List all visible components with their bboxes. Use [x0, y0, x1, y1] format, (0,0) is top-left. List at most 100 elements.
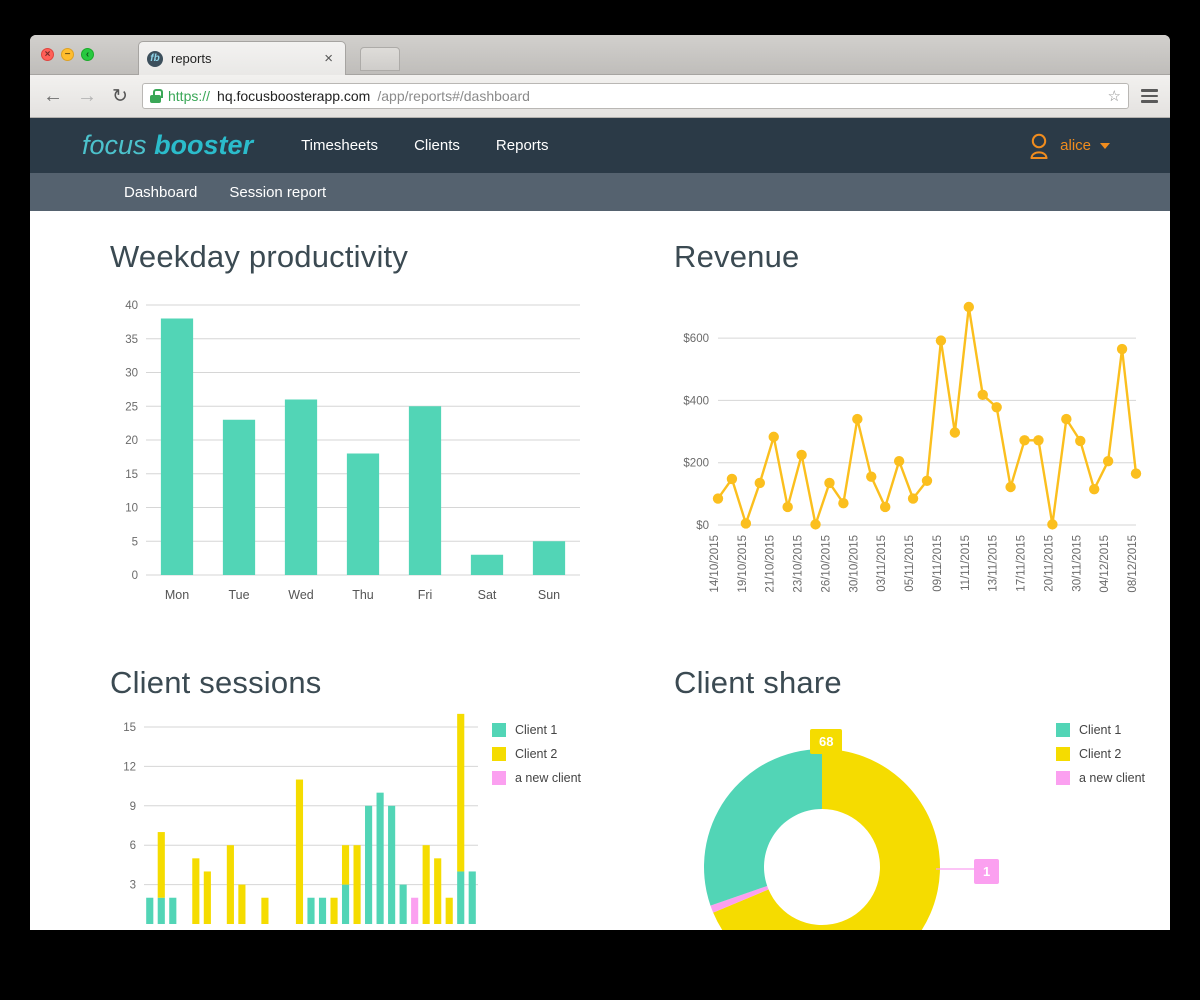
bar-segment [307, 897, 315, 924]
y-axis-tick-label: $200 [683, 458, 709, 470]
bar-segment [434, 858, 442, 924]
revenue-title: Revenue [674, 239, 800, 274]
data-point [1047, 519, 1058, 530]
user-name: alice [1060, 137, 1091, 154]
nav-item-clients[interactable]: Clients [396, 137, 478, 154]
window-minimize-button[interactable]: − [61, 48, 74, 61]
x-axis-tick-label: 08/12/2015 [1127, 535, 1139, 593]
y-axis-tick-label: $400 [683, 395, 709, 407]
client-share-legend: Client 1 Client 2 a new client [1056, 723, 1145, 795]
forward-icon[interactable]: → [76, 86, 98, 106]
address-bar[interactable]: https:// hq.focusboosterapp.com/app/repor… [142, 83, 1129, 109]
legend-swatch [1056, 747, 1070, 761]
data-point [824, 477, 835, 489]
subnav-item-dashboard[interactable]: Dashboard [108, 184, 213, 201]
data-point [810, 519, 821, 530]
legend-item[interactable]: Client 2 [1056, 747, 1145, 761]
app-subnav: Dashboard Session report [30, 173, 1170, 211]
legend-item[interactable]: Client 1 [1056, 723, 1145, 737]
data-point [1075, 435, 1086, 447]
panel-client-share: Client share Client 1 Client 2 a new clien… [610, 637, 1170, 930]
browser-tab-strip: × − ‹ fb reports × [30, 35, 1170, 75]
bar-segment [157, 832, 165, 898]
x-axis-tick-label: 17/11/2015 [1016, 535, 1028, 592]
bar [408, 406, 442, 575]
legend-label: Client 1 [1079, 723, 1122, 737]
user-menu[interactable]: alice [1027, 133, 1110, 159]
new-tab-button[interactable] [360, 47, 400, 71]
url-scheme: https:// [168, 88, 211, 104]
x-axis-tick-label: 11/11/2015 [960, 535, 972, 591]
client-sessions-chart: 3 6 9 12 15 Client 1 Client 2 a new client [110, 713, 590, 929]
legend-item[interactable]: a new client [492, 771, 581, 785]
browser-tab[interactable]: fb reports × [138, 41, 346, 75]
back-icon[interactable]: ← [42, 86, 64, 106]
tab-close-icon[interactable]: × [320, 50, 337, 67]
nav-item-reports[interactable]: Reports [478, 137, 567, 154]
menu-icon[interactable] [1141, 89, 1158, 103]
window-maximize-glyph: ‹ [85, 48, 90, 60]
dashboard-content: Weekday productivity 0 5 10 15 20 25 30 35 40 Mon… [30, 211, 1170, 930]
data-point [768, 431, 779, 443]
data-point [907, 493, 919, 504]
user-icon [1030, 133, 1048, 159]
data-point [1005, 481, 1016, 493]
x-axis-tick-label: 14/10/2015 [709, 535, 721, 593]
chevron-down-icon [1100, 142, 1110, 149]
subnav-item-session-report[interactable]: Session report [213, 184, 342, 201]
bar-segment [146, 897, 154, 924]
x-axis-tick-label: 23/10/2015 [793, 535, 805, 593]
app-logo[interactable]: focus booster [82, 130, 253, 161]
bar-segment [238, 884, 246, 924]
legend-item[interactable]: a new client [1056, 771, 1145, 785]
x-axis-tick-label: 20/11/2015 [1043, 535, 1055, 592]
x-axis-tick-label: Fri [418, 588, 433, 602]
weekday-productivity-chart: 0 5 10 15 20 25 30 35 40 Mon Tue Wed Thu Fri Sat Sun [110, 297, 590, 637]
weekday-productivity-svg: 0 5 10 15 20 25 30 35 40 Mon Tue Wed Thu Fri Sat Sun [125, 300, 580, 602]
url-path: /app/reports#/dashboard [377, 88, 530, 104]
legend-swatch [1056, 771, 1070, 785]
y-axis-tick-label: 25 [125, 401, 138, 413]
legend-item[interactable]: Client 1 [492, 723, 581, 737]
y-axis-tick-label: 30 [125, 368, 138, 380]
x-axis-tick-label: Wed [288, 588, 314, 602]
bar-segment [388, 805, 396, 924]
y-axis-tick-label: 15 [123, 722, 136, 734]
data-point [1089, 483, 1100, 495]
x-axis-tick-label: 09/11/2015 [932, 535, 944, 592]
data-point [740, 518, 752, 529]
reload-icon[interactable]: ↻ [110, 85, 130, 108]
data-point [935, 335, 947, 346]
revenue-line [716, 305, 1138, 526]
nav-item-timesheets[interactable]: Timesheets [283, 137, 396, 154]
donut-slice [704, 749, 822, 906]
bookmark-star-icon[interactable]: ☆ [1108, 87, 1121, 105]
bar-segment [203, 871, 211, 924]
bar-segment [192, 858, 200, 924]
logo-text-booster: booster [154, 130, 254, 160]
bar-segment [468, 871, 476, 924]
x-axis-tick-label: 04/12/2015 [1099, 535, 1111, 593]
y-axis-tick-label: $0 [696, 520, 709, 532]
window-maximize-button[interactable]: ‹ [81, 48, 94, 61]
y-axis-tick-label: 35 [125, 334, 138, 346]
data-point [921, 475, 933, 486]
window-close-button[interactable]: × [41, 48, 54, 61]
client-share-title: Client share [674, 665, 842, 700]
logo-text-focus: focus [82, 130, 147, 160]
y-axis-tick-label: 5 [132, 536, 138, 548]
data-point [1130, 468, 1142, 479]
revenue-svg: $0 $200 $400 $600 14/10/2015 19/10/2015 21/10/… [683, 301, 1142, 593]
y-axis-tick-label: 3 [130, 880, 136, 892]
bar-segment [295, 779, 304, 924]
weekday-productivity-title: Weekday productivity [110, 239, 409, 274]
x-axis-tick-label: Tue [228, 588, 249, 602]
panel-revenue: Revenue $0 $200 $400 $600 14/10/2015 19/10/20… [610, 211, 1170, 637]
client-sessions-title: Client sessions [110, 665, 322, 700]
bar-segment [422, 845, 430, 924]
legend-item[interactable]: Client 2 [492, 747, 581, 761]
x-axis-tick-label: 21/10/2015 [765, 535, 777, 593]
x-axis-tick-label: 05/11/2015 [904, 535, 916, 592]
bar-segment [457, 713, 465, 872]
legend-swatch [1056, 723, 1070, 737]
